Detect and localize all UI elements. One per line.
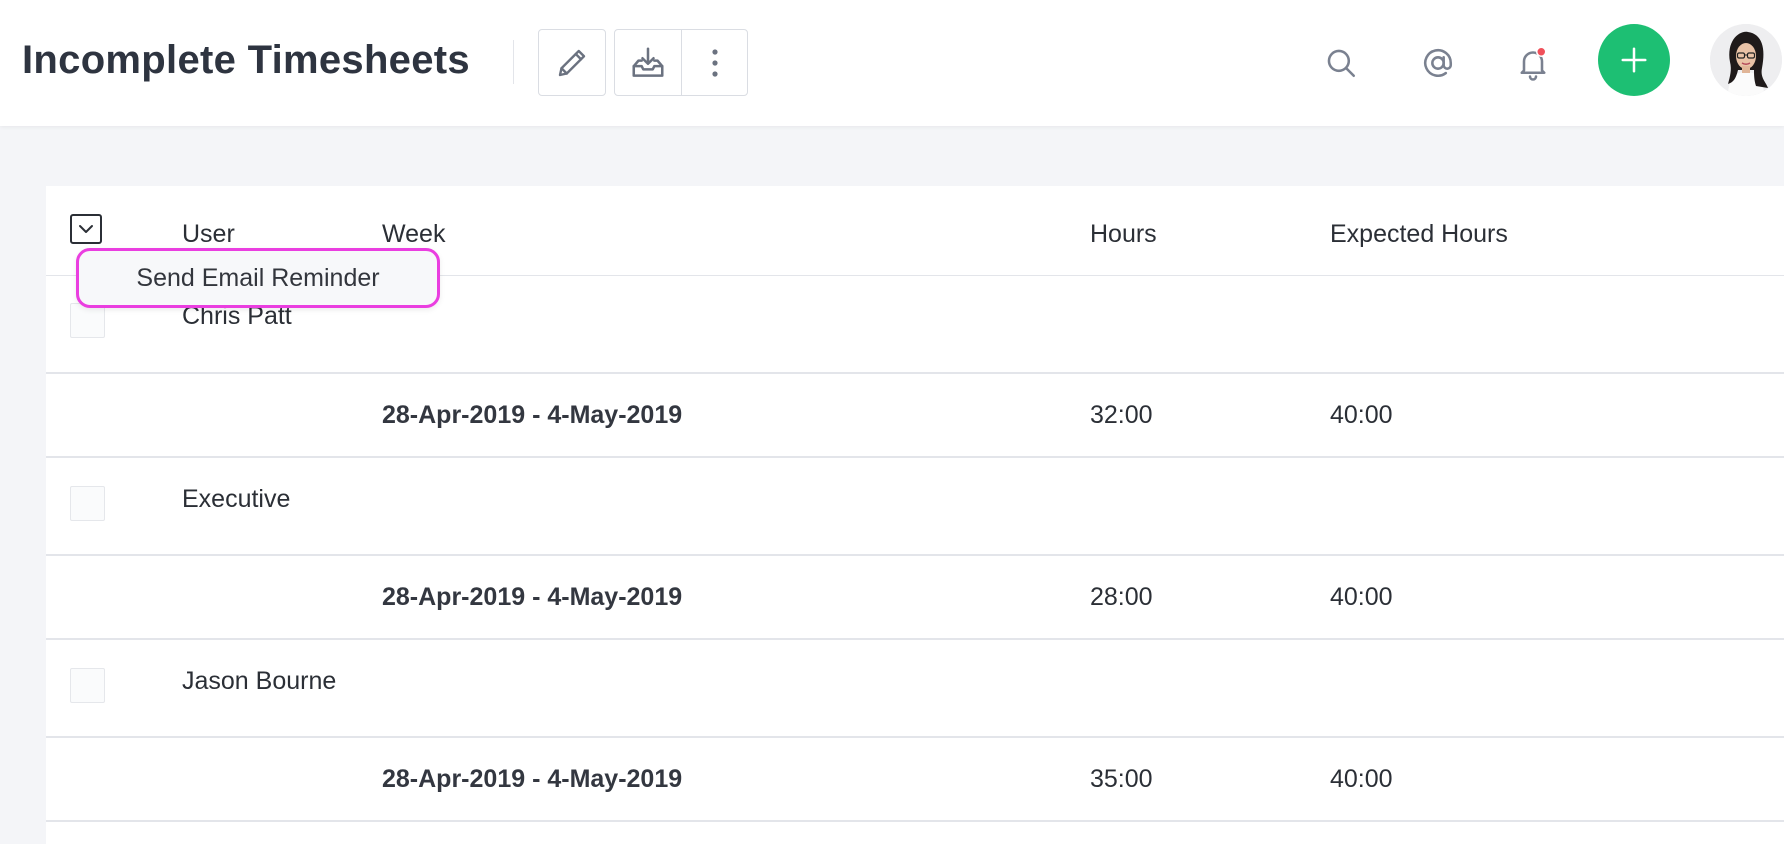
hours-value: 28:00 xyxy=(1090,583,1153,611)
page-title: Incomplete Timesheets xyxy=(22,38,470,82)
week-range[interactable]: 28-Apr-2019 - 4-May-2019 xyxy=(382,583,682,612)
user-avatar[interactable] xyxy=(1710,24,1782,96)
at-sign-icon xyxy=(1423,48,1453,77)
search-icon xyxy=(1327,49,1356,78)
pencil-icon xyxy=(558,49,586,76)
more-options-button[interactable] xyxy=(681,29,748,96)
column-header-week[interactable]: Week xyxy=(382,220,445,249)
table-row: 28-Apr-2019 - 4-May-2019 35:00 40:00 xyxy=(46,738,1784,822)
expected-hours-value: 40:00 xyxy=(1330,765,1393,793)
column-header-expected-hours[interactable]: Expected Hours xyxy=(1330,220,1508,249)
table-row: Jason Bourne xyxy=(46,640,1784,738)
add-button[interactable] xyxy=(1598,24,1670,96)
search-button[interactable] xyxy=(1311,33,1371,93)
row-checkbox[interactable] xyxy=(70,486,105,521)
column-header-user[interactable]: User xyxy=(182,220,235,249)
week-range[interactable]: 28-Apr-2019 - 4-May-2019 xyxy=(382,401,682,430)
hours-value: 32:00 xyxy=(1090,401,1153,429)
row-checkbox[interactable] xyxy=(70,668,105,703)
table-row: 28-Apr-2019 - 4-May-2019 32:00 40:00 xyxy=(46,374,1784,458)
title-divider xyxy=(513,40,514,84)
menu-item-label: Send Email Reminder xyxy=(136,263,380,292)
edit-button[interactable] xyxy=(538,29,606,96)
plus-icon xyxy=(1621,47,1647,73)
hours-value: 35:00 xyxy=(1090,765,1153,793)
notifications-button[interactable] xyxy=(1503,33,1563,93)
week-range[interactable]: 28-Apr-2019 - 4-May-2019 xyxy=(382,765,682,794)
table-row: 28-Apr-2019 - 4-May-2019 28:00 40:00 xyxy=(46,556,1784,640)
expected-hours-value: 40:00 xyxy=(1330,583,1393,611)
avatar-photo xyxy=(1710,24,1782,96)
row-checkbox[interactable] xyxy=(70,303,105,338)
select-all-dropdown[interactable] xyxy=(70,214,102,244)
table-row: Executive xyxy=(46,458,1784,556)
send-email-reminder-menu-item[interactable]: Send Email Reminder xyxy=(76,248,440,308)
user-name: Jason Bourne xyxy=(182,667,337,695)
download-tray-icon xyxy=(632,46,664,77)
vertical-ellipsis-icon xyxy=(711,48,718,77)
user-name: Executive xyxy=(182,485,291,513)
column-header-hours[interactable]: Hours xyxy=(1090,220,1157,249)
top-header: Incomplete Timesheets xyxy=(0,0,1784,126)
expected-hours-value: 40:00 xyxy=(1330,401,1393,429)
download-button[interactable] xyxy=(614,29,682,96)
mentions-button[interactable] xyxy=(1408,33,1468,93)
chevron-down-icon xyxy=(79,225,93,233)
bell-icon xyxy=(1520,46,1547,81)
